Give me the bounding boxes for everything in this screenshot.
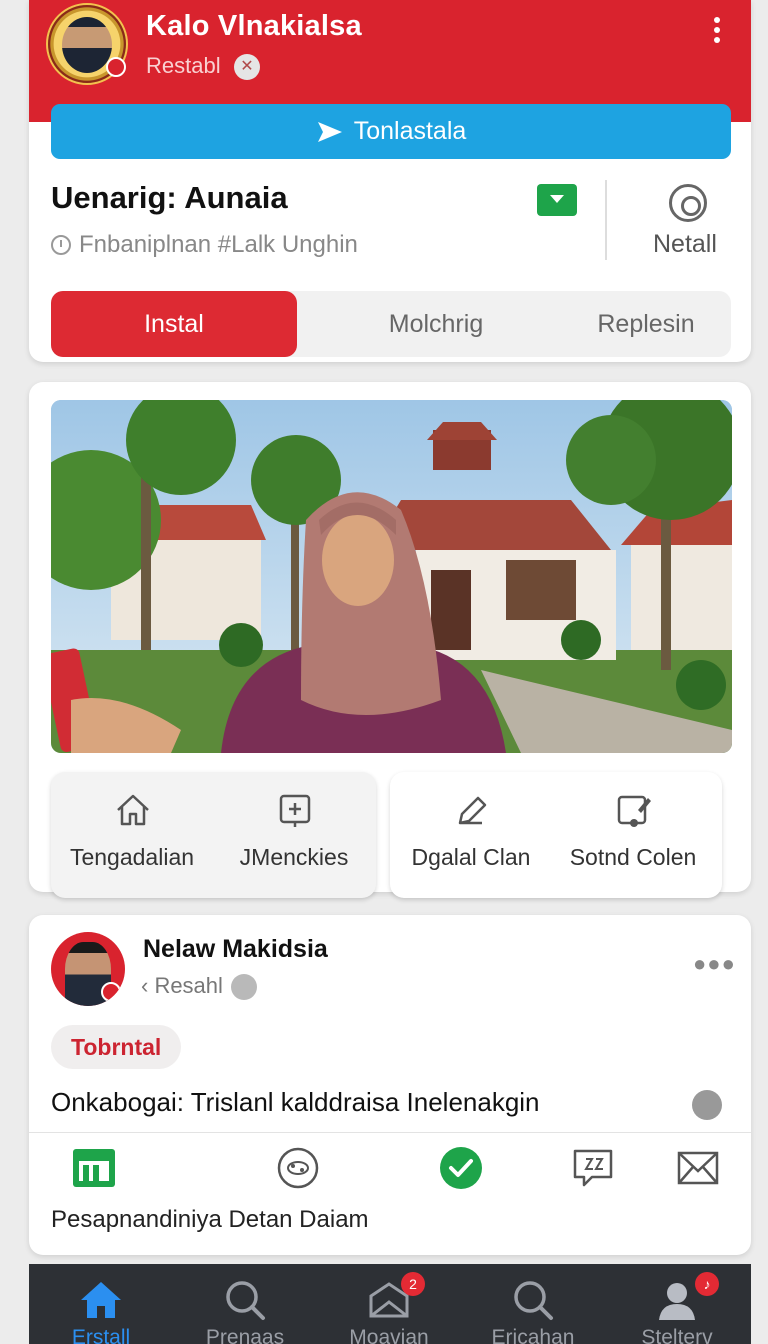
settings-dial-icon[interactable]: [669, 184, 707, 222]
add-box-icon: [279, 794, 311, 827]
avatar-photo: [62, 17, 112, 73]
quick-actions-left: Tengadalian JMenckies: [51, 772, 376, 898]
bottom-navigation: Erstall Prenaas 2 Moavian Ericahan ♪ Ste…: [29, 1264, 751, 1344]
tile-tengadalian[interactable]: Tengadalian: [51, 772, 213, 898]
tile-label: Tengadalian: [69, 844, 195, 870]
clock-icon: [51, 235, 71, 255]
tile-jmenckies[interactable]: JMenckies: [213, 772, 375, 898]
profile-subtitle: Restabl: [146, 53, 221, 78]
edit-note-icon: [617, 795, 651, 827]
calendar-icon[interactable]: [71, 1145, 117, 1191]
featured-photo[interactable]: [51, 400, 732, 753]
tile-label: JMenckies: [239, 844, 349, 870]
notification-badge: 2: [401, 1272, 425, 1296]
search-icon: [226, 1281, 265, 1320]
tile-label: Dgalal Clan: [411, 844, 531, 870]
nav-label: Prenaas: [205, 1326, 285, 1344]
post-card: Nelaw Makidsia ‹ Resahl ●●● Tobrntal Onk…: [29, 915, 751, 1255]
close-icon[interactable]: ✕: [234, 54, 260, 80]
tile-label: Sotnd Colen: [569, 844, 697, 870]
envelope-icon[interactable]: [675, 1145, 721, 1191]
profile-name: Kalo Vlnakialsa: [146, 10, 362, 42]
check-circle-icon[interactable]: [438, 1145, 484, 1191]
segmented-control: Instal Molchrig Replesin: [51, 291, 731, 357]
segment-molchrig[interactable]: Molchrig: [316, 291, 556, 357]
segment-instal[interactable]: Instal: [51, 291, 297, 357]
post-caption: Pesapnandiniya Detan Daiam: [51, 1206, 369, 1233]
nav-item-prenaas[interactable]: Prenaas: [173, 1264, 317, 1344]
primary-action-button[interactable]: Tonlastala: [51, 104, 731, 159]
segment-replesin[interactable]: Replesin: [546, 291, 746, 357]
nav-label: Ericahan: [491, 1326, 575, 1344]
info-title: Uenarig: Aunaia: [51, 180, 288, 215]
globe-outline-icon[interactable]: [275, 1145, 321, 1191]
info-meta-text: Fnbaniplnan #Lalk Unghin: [79, 231, 358, 258]
nav-label: Stelterv: [641, 1326, 713, 1344]
header-card: Kalo Vlnakialsa Restabl ✕ Tonlastala Uen…: [29, 0, 751, 362]
verified-badge-icon: [101, 982, 121, 1002]
divider: [29, 1132, 751, 1133]
profile-avatar[interactable]: [46, 3, 128, 85]
photo-illustration: [51, 400, 732, 753]
search-icon: [514, 1281, 553, 1320]
home-outline-icon: [117, 794, 149, 826]
divider: [605, 180, 607, 260]
more-menu-icon[interactable]: [705, 14, 729, 48]
nav-label: Erstall: [71, 1326, 131, 1344]
quick-actions-right: Dgalal Clan Sotnd Colen: [390, 772, 722, 898]
dropdown-tag-icon[interactable]: [537, 184, 577, 216]
primary-action-label: Tonlastala: [353, 117, 467, 145]
share-icon[interactable]: [692, 1090, 722, 1120]
pen-icon: [458, 796, 487, 825]
nav-item-stelterv[interactable]: ♪ Stelterv: [605, 1264, 749, 1344]
netall-label[interactable]: Netall: [653, 230, 717, 259]
post-author-sub: ‹ Resahl: [141, 973, 223, 998]
notification-badge: ♪: [695, 1272, 719, 1296]
tile-sotnd-colen[interactable]: Sotnd Colen: [552, 772, 714, 898]
info-meta: Fnbaniplnan #Lalk Unghin: [51, 231, 358, 259]
photo-card: Tengadalian JMenckies Dgalal Clan Sotnd …: [29, 382, 751, 898]
nav-label: Moavian: [349, 1326, 429, 1344]
post-text: Onkabogai: Trislanl kalddraisa Inelenakg…: [51, 1087, 540, 1117]
post-author-avatar[interactable]: [51, 932, 125, 1006]
nav-item-moavian[interactable]: 2 Moavian: [317, 1264, 461, 1344]
nav-item-ericahan[interactable]: Ericahan: [461, 1264, 605, 1344]
send-icon: [317, 121, 342, 142]
more-horizontal-icon[interactable]: ●●●: [693, 951, 736, 977]
tile-dgalal-clan[interactable]: Dgalal Clan: [390, 772, 552, 898]
profile-icon: [659, 1283, 695, 1320]
globe-icon: [231, 974, 257, 1000]
verified-badge-icon: [106, 57, 126, 77]
home-icon: [81, 1282, 121, 1318]
post-author-name[interactable]: Nelaw Makidsia: [143, 935, 328, 964]
comment-icon[interactable]: [570, 1145, 616, 1191]
nav-item-erstall[interactable]: Erstall: [29, 1264, 173, 1344]
post-category-pill[interactable]: Tobrntal: [51, 1025, 182, 1069]
